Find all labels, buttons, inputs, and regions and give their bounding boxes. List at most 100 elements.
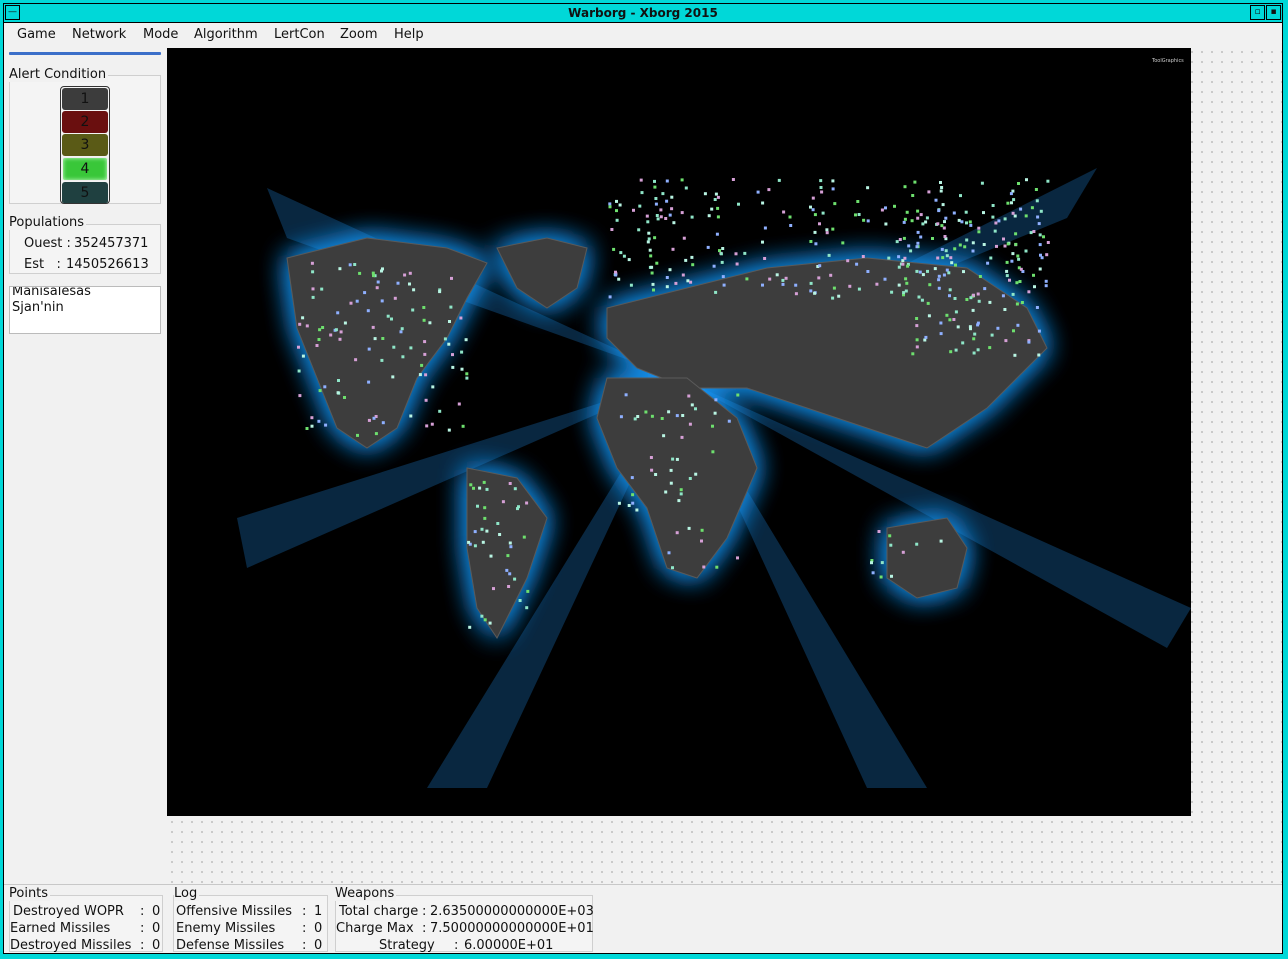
city-marker bbox=[918, 270, 922, 274]
city-marker bbox=[713, 198, 717, 201]
city-marker bbox=[782, 210, 786, 214]
city-marker bbox=[627, 258, 631, 262]
city-marker bbox=[718, 249, 721, 253]
city-marker bbox=[818, 222, 821, 226]
city-marker bbox=[813, 213, 817, 217]
maximize-button[interactable]: ▫ bbox=[1250, 5, 1265, 20]
city-marker bbox=[915, 245, 919, 249]
city-marker bbox=[831, 179, 835, 183]
iconify-button[interactable]: ▪ bbox=[1266, 5, 1281, 20]
menu-network[interactable]: Network bbox=[72, 27, 126, 42]
city-marker bbox=[1003, 217, 1007, 221]
menu-algorithm[interactable]: Algorithm bbox=[194, 27, 258, 42]
alert-level-selector[interactable]: 12345 bbox=[60, 86, 110, 204]
city-marker bbox=[994, 221, 998, 225]
city-marker bbox=[373, 337, 377, 341]
city-marker bbox=[1020, 301, 1024, 304]
city-marker bbox=[903, 217, 907, 221]
city-marker bbox=[866, 270, 870, 273]
alert-level-3[interactable]: 3 bbox=[62, 134, 108, 156]
city-marker bbox=[990, 333, 994, 337]
city-marker bbox=[661, 192, 665, 196]
city-marker bbox=[1002, 237, 1005, 241]
points-colon: : bbox=[140, 938, 145, 953]
city-marker bbox=[711, 450, 715, 454]
city-marker bbox=[680, 178, 684, 182]
city-marker bbox=[788, 215, 792, 219]
city-marker bbox=[367, 347, 371, 351]
city-marker bbox=[1029, 231, 1033, 235]
city-marker bbox=[659, 208, 663, 212]
city-marker bbox=[665, 276, 669, 279]
city-marker bbox=[962, 270, 965, 274]
log-label: Log bbox=[174, 886, 200, 901]
city-marker bbox=[468, 625, 472, 629]
city-marker bbox=[665, 179, 669, 183]
city-marker bbox=[875, 282, 879, 286]
city-marker bbox=[904, 277, 908, 281]
city-marker bbox=[945, 254, 949, 258]
city-marker bbox=[507, 585, 511, 588]
city-marker bbox=[977, 230, 981, 234]
alert-level-2[interactable]: 2 bbox=[62, 111, 108, 133]
city-marker bbox=[656, 217, 660, 221]
title-bar[interactable]: — Warborg - Xborg 2015 ▫ ▪ bbox=[4, 4, 1282, 23]
points-earned-missiles-label: Earned Missiles bbox=[10, 921, 111, 936]
city-marker bbox=[706, 245, 710, 249]
city-marker bbox=[1005, 269, 1009, 273]
city-marker bbox=[653, 236, 657, 240]
menu-help[interactable]: Help bbox=[394, 27, 424, 42]
city-marker bbox=[954, 310, 958, 314]
city-marker bbox=[973, 332, 977, 336]
city-marker bbox=[329, 333, 333, 337]
city-marker bbox=[948, 288, 952, 292]
alert-level-5[interactable]: 5 bbox=[62, 182, 108, 203]
main-window: — Warborg - Xborg 2015 ▫ ▪ Game Network … bbox=[3, 3, 1283, 954]
city-marker bbox=[467, 540, 471, 544]
city-marker bbox=[639, 178, 643, 182]
city-marker bbox=[870, 561, 873, 565]
menu-bar: Game Network Mode Algorithm LertCon Zoom… bbox=[4, 23, 1282, 47]
points-destroyed-wopr-value: 0 bbox=[152, 904, 161, 919]
city-marker bbox=[646, 220, 650, 224]
city-marker bbox=[710, 207, 714, 211]
city-marker bbox=[646, 240, 650, 244]
log-offensive-missiles-label: Offensive Missiles bbox=[176, 904, 293, 919]
population-est-value: 1450526613 bbox=[66, 257, 149, 272]
city-marker bbox=[980, 181, 984, 185]
city-marker bbox=[615, 218, 619, 222]
city-marker bbox=[647, 237, 651, 241]
city-marker bbox=[942, 273, 946, 277]
city-marker bbox=[1037, 222, 1041, 226]
city-marker bbox=[947, 271, 951, 275]
city-marker bbox=[650, 265, 654, 269]
city-marker bbox=[897, 265, 901, 269]
city-marker bbox=[944, 216, 948, 220]
city-marker bbox=[684, 186, 688, 190]
city-marker bbox=[317, 419, 321, 423]
menu-zoom[interactable]: Zoom bbox=[340, 27, 377, 42]
weapons-colon: : bbox=[422, 904, 427, 919]
city-marker bbox=[925, 216, 929, 220]
menu-mode[interactable]: Mode bbox=[143, 27, 178, 42]
city-marker bbox=[927, 190, 931, 194]
city-marker bbox=[1024, 214, 1028, 218]
city-marker bbox=[480, 527, 484, 531]
city-marker bbox=[612, 247, 616, 251]
city-marker bbox=[675, 457, 679, 461]
alert-level-1[interactable]: 1 bbox=[62, 88, 108, 110]
city-marker bbox=[978, 275, 982, 278]
alert-level-4[interactable]: 4 bbox=[62, 157, 108, 181]
menu-game[interactable]: Game bbox=[17, 27, 56, 42]
city-marker bbox=[482, 480, 486, 484]
city-marker bbox=[518, 599, 522, 602]
city-marker bbox=[916, 216, 920, 220]
city-marker bbox=[401, 355, 405, 359]
city-marker bbox=[829, 273, 833, 277]
city-marker bbox=[677, 499, 681, 503]
names-textbox[interactable]: Manisalesas Sjan'nin bbox=[9, 286, 161, 334]
city-marker bbox=[631, 493, 635, 497]
menu-lertcon[interactable]: LertCon bbox=[274, 27, 325, 42]
city-marker bbox=[924, 220, 928, 224]
world-map[interactable]: ToolGraphics bbox=[167, 48, 1191, 816]
